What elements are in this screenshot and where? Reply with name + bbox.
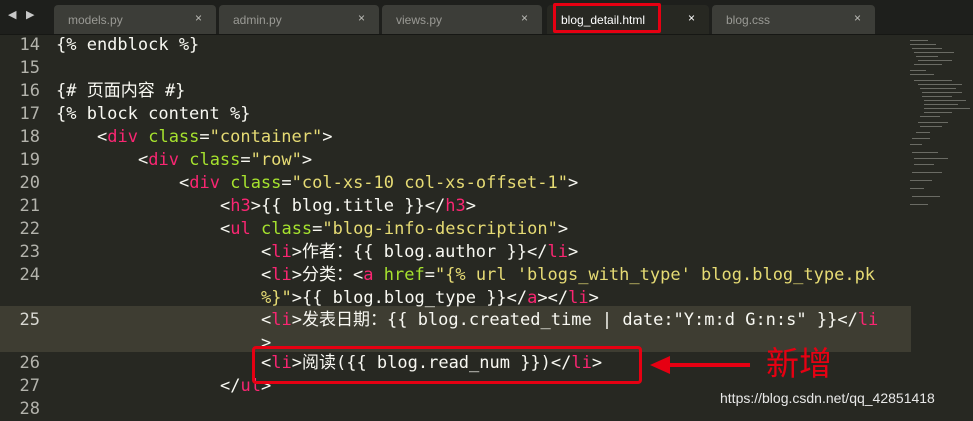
code-line-22: <ul class="blog-info-description"> bbox=[220, 219, 569, 239]
line-number-gutter: 14 15 16 17 18 19 20 21 22 23 24 25 26 2… bbox=[0, 34, 48, 419]
line-number: 19 bbox=[19, 150, 40, 170]
annotation-arrow-icon bbox=[650, 356, 670, 374]
line-number: 23 bbox=[19, 242, 40, 262]
code-line-20: <div class="col-xs-10 col-xs-offset-1"> bbox=[179, 173, 579, 193]
tab-nav-arrows-icon[interactable]: ◀ ▶ bbox=[8, 8, 37, 21]
line-number: 22 bbox=[19, 219, 40, 239]
tab-label: models.py bbox=[68, 13, 123, 27]
annotation-label: 新增 bbox=[766, 344, 832, 383]
code-line-24: <li>分类：<a href="{% url 'blogs_with_type'… bbox=[261, 265, 876, 285]
line-number: 16 bbox=[19, 81, 40, 101]
tab-label: blog.css bbox=[726, 13, 771, 27]
line-number: 24 bbox=[19, 265, 40, 285]
line-number: 21 bbox=[19, 196, 40, 216]
code-line-24-wrap: %}">{{ blog.blog_type }}</a></li> bbox=[261, 288, 599, 308]
tab-blog-css[interactable]: blog.css × bbox=[712, 5, 875, 34]
line-number: 14 bbox=[19, 35, 40, 55]
line-number: 27 bbox=[19, 376, 40, 396]
close-icon[interactable]: × bbox=[854, 11, 861, 25]
annotation-arrow-line bbox=[668, 363, 750, 367]
code-line-21: <h3>{{ blog.title }}</h3> bbox=[220, 196, 476, 216]
code-line-19: <div class="row"> bbox=[138, 150, 313, 170]
code-line-16: {# 页面内容 #} bbox=[56, 81, 186, 101]
code-line-18: <div class="container"> bbox=[97, 127, 333, 147]
line-number: 18 bbox=[19, 127, 40, 147]
close-icon[interactable]: × bbox=[688, 11, 695, 25]
code-line-14: {% endblock %} bbox=[56, 35, 200, 55]
new-line-highlight-box bbox=[252, 346, 642, 384]
watermark: https://blog.csdn.net/qq_42851418 bbox=[720, 390, 935, 406]
code-line-17: {% block content %} bbox=[56, 104, 251, 124]
line-number: 25 bbox=[19, 310, 40, 330]
tab-views-py[interactable]: views.py × bbox=[382, 5, 542, 34]
code-line-25: <li>发表日期：{{ blog.created_time | date:"Y:… bbox=[261, 310, 879, 330]
code-line-23: <li>作者：{{ blog.author }}</li> bbox=[261, 242, 579, 262]
line-number: 17 bbox=[19, 104, 40, 124]
close-icon[interactable]: × bbox=[195, 11, 202, 25]
tab-label: admin.py bbox=[233, 13, 282, 27]
tab-bar: ◀ ▶ models.py × admin.py × views.py × bl… bbox=[0, 0, 973, 35]
tab-models-py[interactable]: models.py × bbox=[54, 5, 216, 34]
tab-label: views.py bbox=[396, 13, 443, 27]
close-icon[interactable]: × bbox=[521, 11, 528, 25]
minimap[interactable] bbox=[908, 34, 973, 234]
line-number: 15 bbox=[19, 58, 40, 78]
close-icon[interactable]: × bbox=[358, 11, 365, 25]
line-number: 26 bbox=[19, 353, 40, 373]
line-number: 20 bbox=[19, 173, 40, 193]
active-tab-highlight-box bbox=[553, 3, 661, 33]
tab-admin-py[interactable]: admin.py × bbox=[219, 5, 379, 34]
